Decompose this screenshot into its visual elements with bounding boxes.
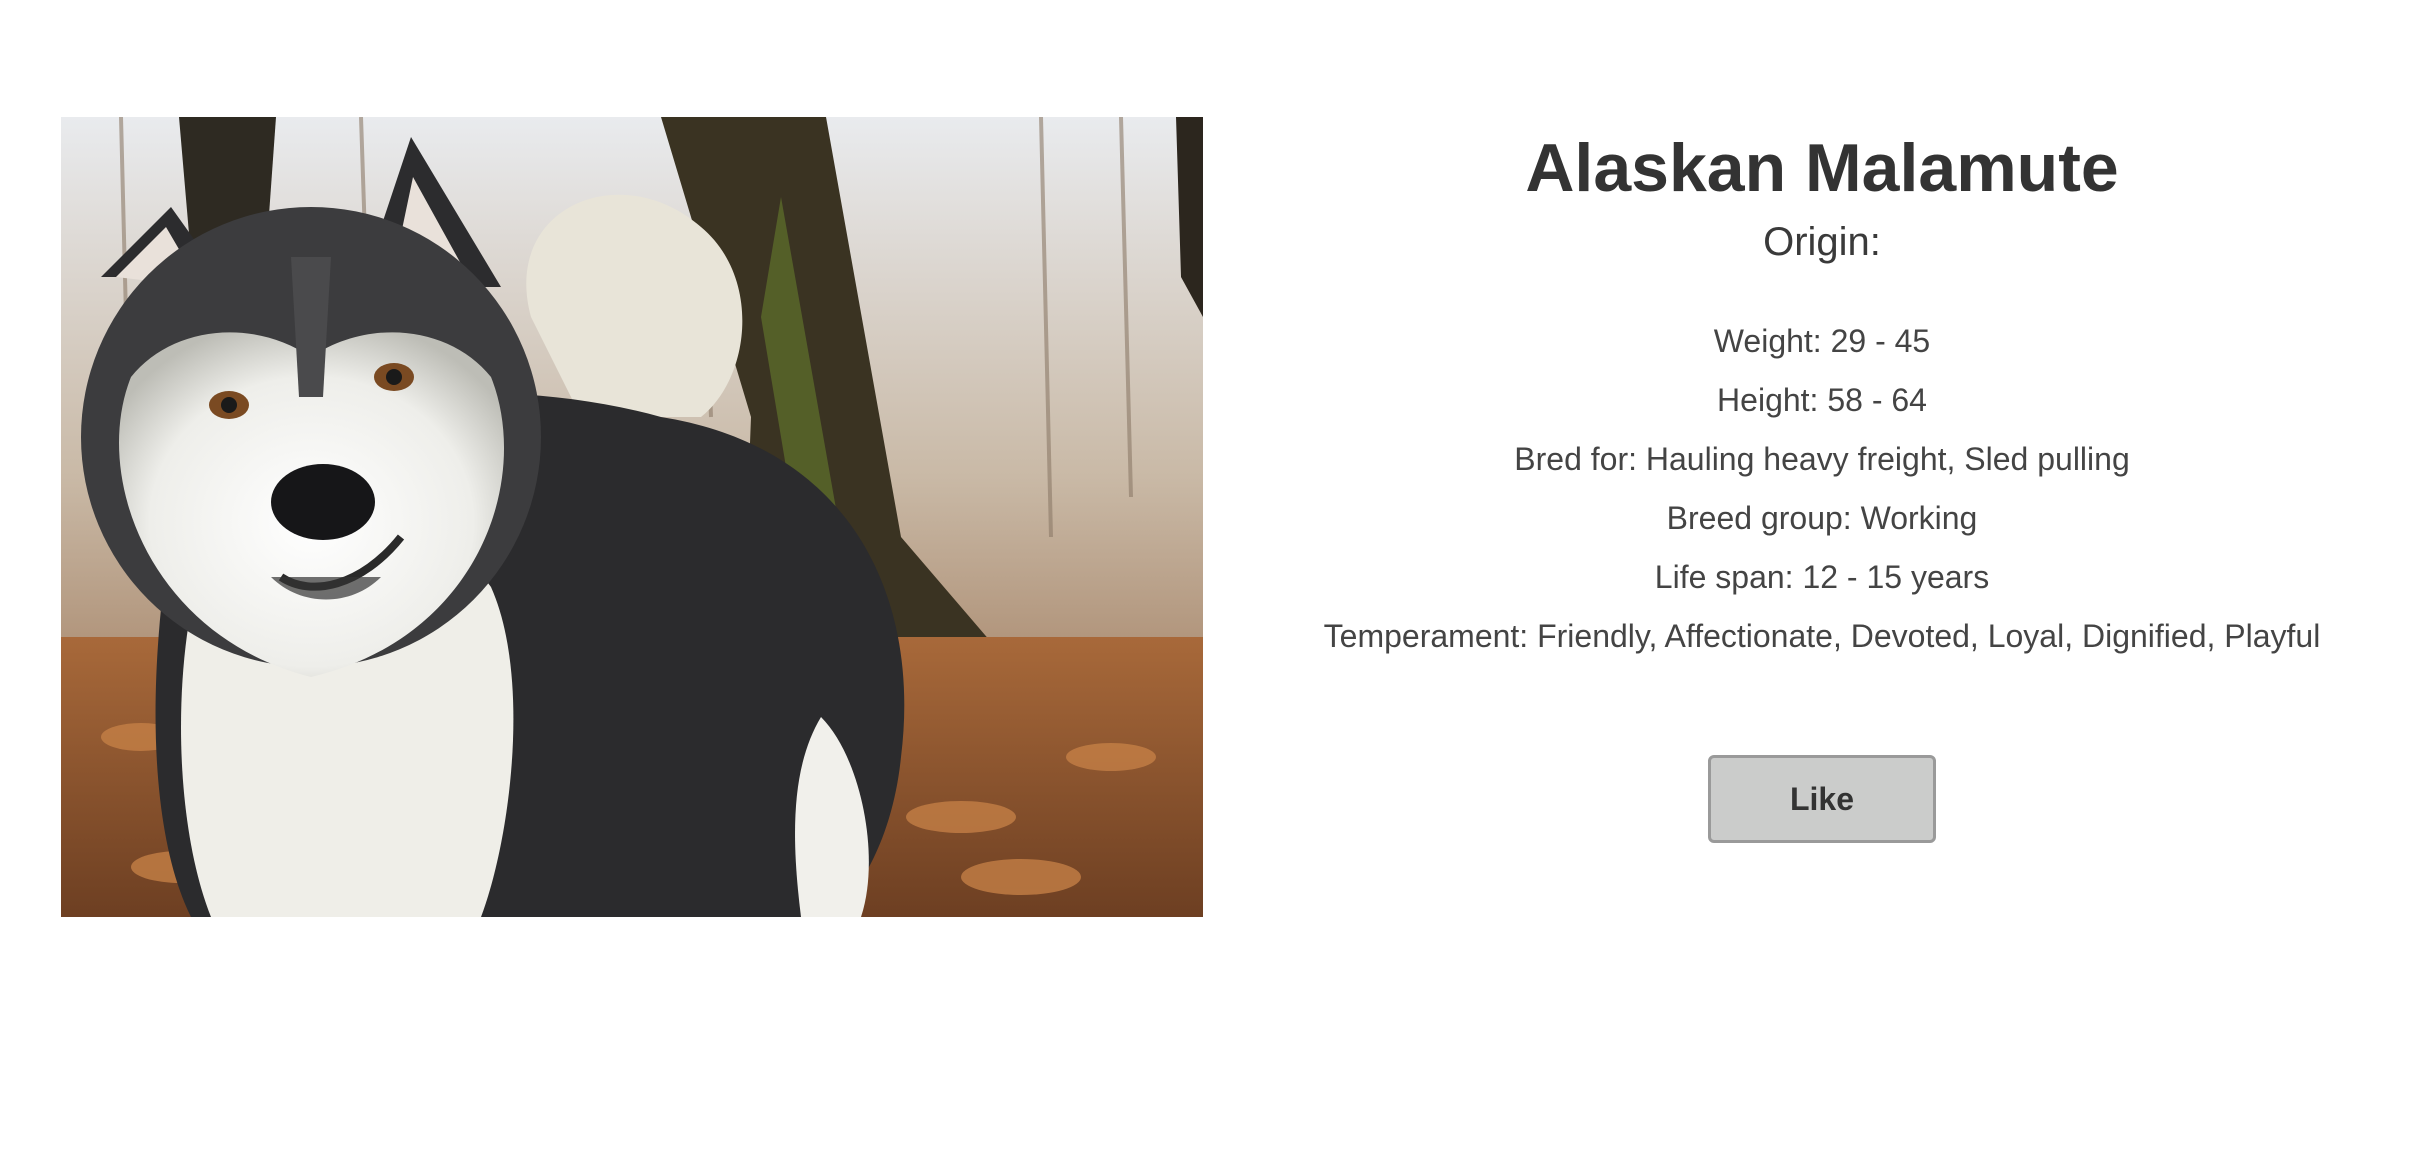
fact-weight: Weight: 29 - 45: [1713, 323, 1931, 359]
breed-photo: [61, 117, 1203, 917]
breed-name: Alaskan Malamute: [1525, 130, 2119, 206]
breed-origin: Origin:: [1763, 220, 1881, 264]
fact-breed-group: Breed group: Working: [1666, 500, 1978, 536]
dog-photo-illustration: [61, 117, 1203, 917]
fact-bred-for: Bred for: Hauling heavy freight, Sled pu…: [1514, 441, 2130, 477]
fact-temperament: Temperament: Friendly, Affectionate, Dev…: [1323, 618, 2321, 654]
like-button[interactable]: Like: [1708, 755, 1936, 843]
fact-height: Height: 58 - 64: [1717, 382, 1927, 418]
breed-info-panel: Alaskan Malamute Origin: Weight: 29 - 45…: [1270, 120, 2374, 843]
fact-life-span: Life span: 12 - 15 years: [1654, 559, 1990, 595]
breed-facts-list: Weight: 29 - 45 Height: 58 - 64 Bred for…: [1270, 312, 2374, 666]
like-button-container: Like: [1270, 755, 2374, 843]
breed-detail-page: Alaskan Malamute Origin: Weight: 29 - 45…: [0, 0, 2428, 1152]
